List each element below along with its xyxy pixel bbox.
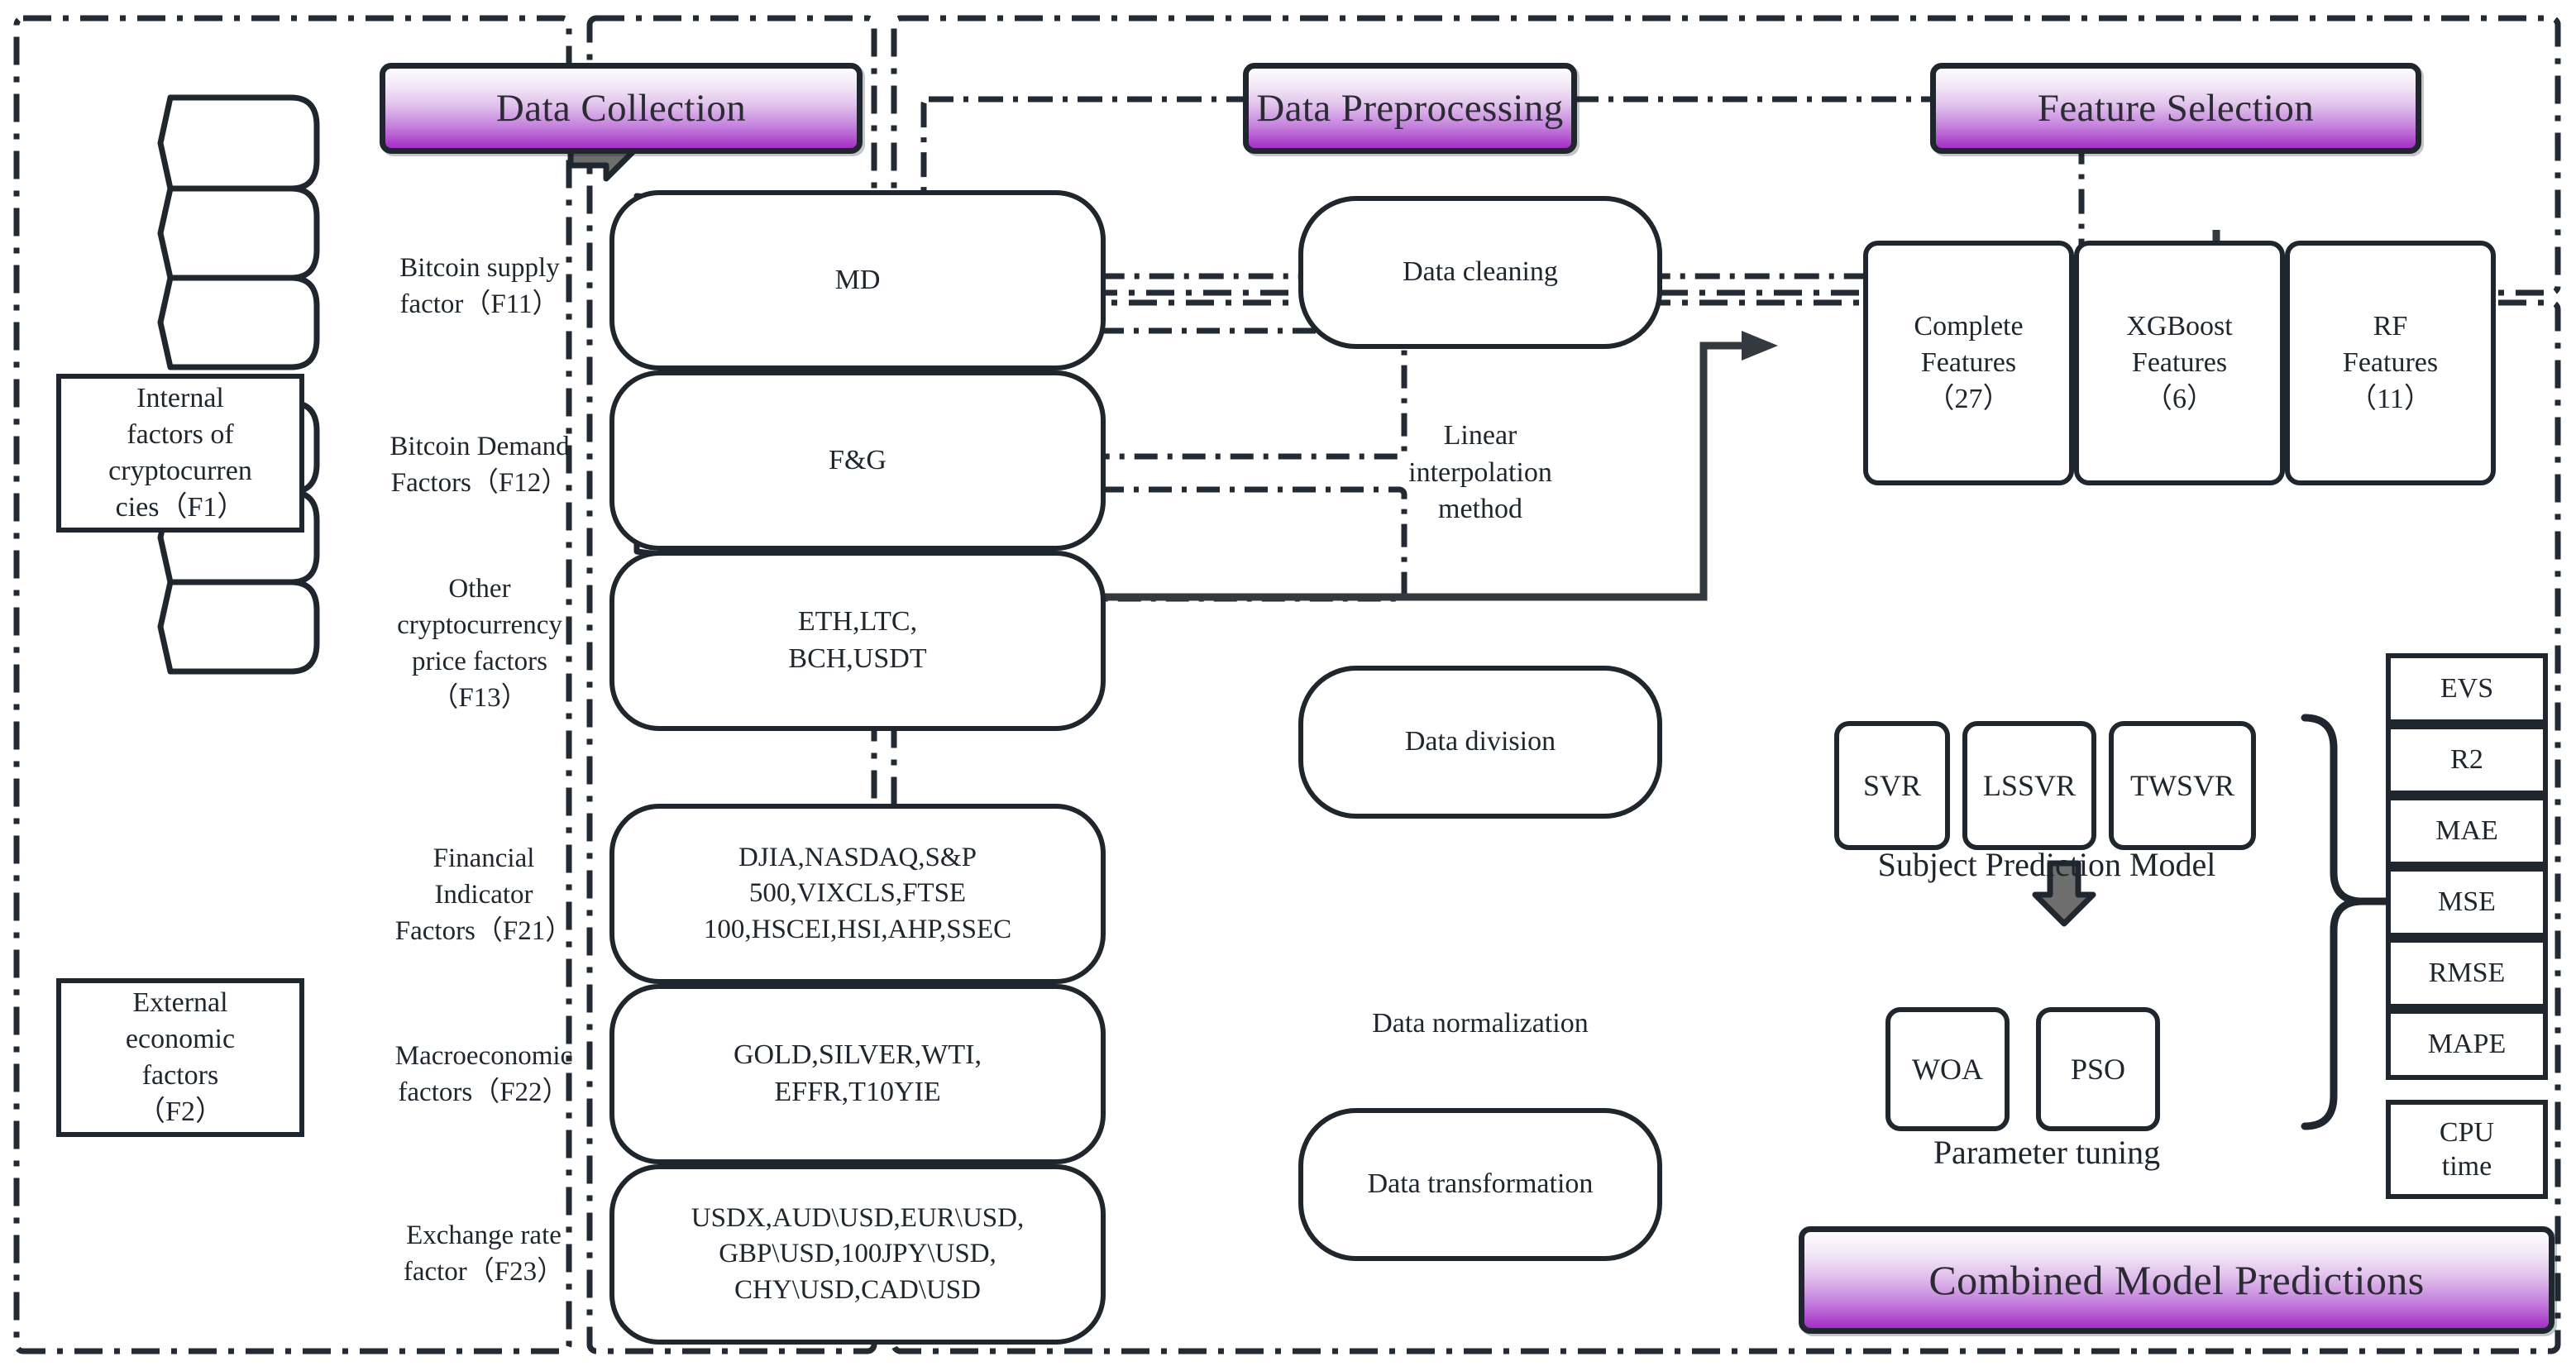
combined-model-predictions-label: Combined Model Predictions (1928, 1257, 2425, 1303)
optimizer-box-woa: WOA (1885, 1007, 2010, 1131)
panel-title-feature-selection: Feature Selection (1930, 63, 2421, 154)
group-label-internal-factors-text: Internal factors of cryptocurren cies（F1… (108, 382, 252, 523)
hexagon-f23 (157, 579, 320, 675)
process-step-data-division: Data division (1298, 666, 1662, 819)
panel-title-data-collection: Data Collection (380, 63, 863, 154)
curly-brace-to-metrics (2301, 714, 2363, 1130)
metric-mse: MSE (2386, 867, 2548, 938)
feature-box-rf-features: RF Features （11） (2285, 241, 2496, 485)
factor-label-f22: Macroeconomic factors（F22） (394, 1040, 573, 1107)
model-box-svr: SVR (1834, 721, 1950, 850)
group-label-external-factors: External economic factors （F2） (56, 978, 304, 1137)
feature-box-complete-features: Complete Features （27） (1863, 241, 2074, 485)
parameter-tuning-caption: Parameter tuning (1933, 1133, 2161, 1171)
metric-mae: MAE (2386, 795, 2548, 867)
hexagon-f12 (157, 185, 320, 281)
data-value-f12: F&G (609, 370, 1106, 551)
hexagon-f11 (157, 94, 320, 192)
panel-title-data-collection-label: Data Collection (495, 87, 747, 130)
connector-transformation-horizontal (1699, 342, 1747, 351)
data-value-f23: USDX,AUD\USD,EUR\USD, GBP\USD,100JPY\USD… (609, 1164, 1106, 1345)
factor-label-f21: Financial Indicator Factors（F21） (394, 843, 573, 947)
process-step-data-cleaning: Data cleaning (1298, 196, 1662, 349)
factor-label-f23: Exchange rate factor（F23） (403, 1220, 565, 1287)
model-box-lssvr: LSSVR (1962, 721, 2096, 850)
factor-label-f12: Bitcoin Demand Factors（F12） (390, 431, 570, 498)
data-value-f22: GOLD,SILVER,WTI, EFFR,T10YIE (609, 984, 1106, 1164)
data-value-f21: DJIA,NASDAQ,S&P 500,VIXCLS,FTSE 100,HSCE… (609, 804, 1106, 984)
data-value-f13: ETH,LTC, BCH,USDT (609, 551, 1106, 731)
hexagon-f13 (157, 275, 320, 370)
process-step-linear-interpolation: Linear interpolation method (1408, 419, 1552, 525)
factor-label-f13: Other cryptocurrency price factors （F13） (397, 573, 562, 714)
data-value-f11: MD (609, 190, 1106, 370)
group-label-internal-factors: Internal factors of cryptocurren cies（F1… (56, 374, 304, 533)
arrowhead-into-complete-features (1742, 331, 1778, 361)
feature-box-xgboost-features: XGBoost Features （6） (2074, 241, 2285, 485)
panel-title-data-preprocessing: Data Preprocessing (1243, 63, 1577, 154)
process-step-data-transformation: Data transformation (1298, 1108, 1662, 1261)
metric-rmse: RMSE (2386, 938, 2548, 1009)
panel-title-feature-selection-label: Feature Selection (2037, 87, 2315, 130)
metric-mape: MAPE (2386, 1009, 2548, 1080)
panel-title-data-preprocessing-label: Data Preprocessing (1256, 87, 1564, 130)
metric-r2: R2 (2386, 724, 2548, 795)
metric-cpu-time: CPU time (2386, 1100, 2548, 1199)
optimizer-box-pso: PSO (2036, 1007, 2160, 1131)
group-label-external-factors-text: External economic factors （F2） (125, 986, 236, 1128)
metric-evs: EVS (2386, 653, 2548, 724)
subject-prediction-model-caption: Subject Prediction Model (1877, 845, 2216, 883)
factor-label-f11: Bitcoin supply factor（F11） (399, 252, 560, 319)
flowchart-canvas: Data Collection Data Preprocessing Featu… (0, 0, 2576, 1371)
process-step-data-normalization: Data normalization (1372, 1008, 1589, 1039)
model-box-twsvr: TWSVR (2109, 721, 2256, 850)
combined-model-predictions-banner: Combined Model Predictions (1799, 1226, 2554, 1334)
